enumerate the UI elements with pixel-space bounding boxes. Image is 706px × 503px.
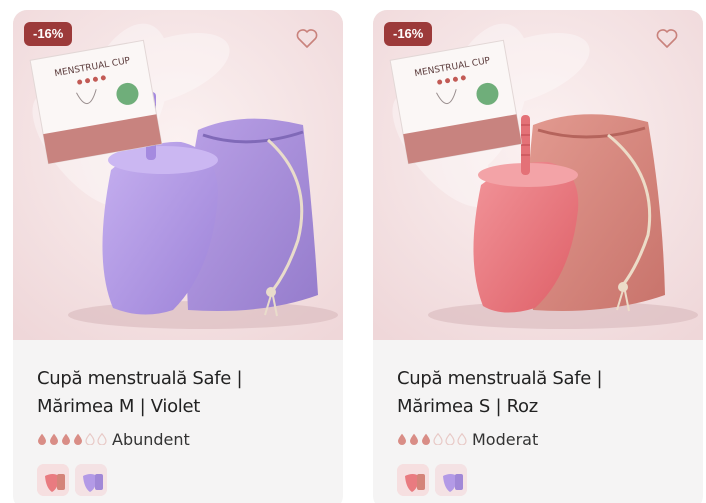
water-drop-icon [398, 433, 406, 445]
water-drop-icon [50, 433, 58, 445]
water-drop-icon [410, 433, 418, 445]
heart-outline-icon[interactable] [295, 27, 319, 49]
heart-outline-icon[interactable] [655, 27, 679, 49]
water-drop-icon [85, 433, 95, 445]
water-drop-icon [38, 433, 46, 445]
product-image[interactable]: MENSTRUAL CUP -16% [13, 10, 343, 340]
product-card[interactable]: MENSTRUAL CUP -16% Cupă menstruală Safe … [13, 10, 343, 503]
variant-swatches [37, 464, 107, 496]
discount-badge: -16% [24, 22, 73, 46]
absorbency-label: Abundent [112, 429, 190, 449]
product-image[interactable]: MENSTRUAL CUP -16% [373, 10, 703, 340]
absorbency-rating: Abundent [37, 429, 323, 449]
water-drop-icon [62, 433, 70, 445]
rating-drops [37, 433, 107, 445]
discount-badge: -16% [384, 22, 433, 46]
water-drop-icon [445, 433, 455, 445]
water-drop-icon [422, 433, 430, 445]
water-drop-icon [97, 433, 107, 445]
absorbency-label: Moderat [472, 429, 539, 449]
rating-drops [397, 433, 467, 445]
violet-cup-swatch[interactable] [75, 464, 107, 496]
water-drop-icon [433, 433, 443, 445]
pink-cup-swatch[interactable] [37, 464, 69, 496]
product-title[interactable]: Cupă menstruală Safe | Mărimea S | Roz [397, 365, 683, 421]
water-drop-icon [457, 433, 467, 445]
violet-cup-swatch[interactable] [435, 464, 467, 496]
pink-cup-swatch[interactable] [397, 464, 429, 496]
absorbency-rating: Moderat [397, 429, 683, 449]
water-drop-icon [74, 433, 82, 445]
product-card[interactable]: MENSTRUAL CUP -16% Cupă menstruală Safe … [373, 10, 703, 503]
product-title[interactable]: Cupă menstruală Safe | Mărimea M | Viole… [37, 365, 323, 421]
variant-swatches [397, 464, 467, 496]
